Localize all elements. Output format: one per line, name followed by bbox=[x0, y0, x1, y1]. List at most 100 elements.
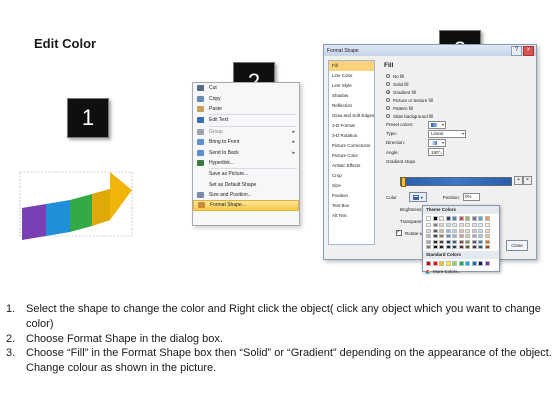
color-swatch[interactable] bbox=[465, 245, 470, 249]
category-fill[interactable]: Fill bbox=[329, 61, 374, 71]
category-picture-corrections[interactable]: Picture Corrections bbox=[329, 141, 374, 151]
add-stop-button[interactable]: + bbox=[514, 176, 523, 185]
menu-item-hyperlink[interactable]: Hyperlink... bbox=[193, 158, 299, 168]
color-swatch[interactable] bbox=[432, 234, 438, 238]
color-swatch[interactable] bbox=[445, 223, 451, 227]
color-swatch[interactable] bbox=[471, 261, 477, 266]
color-swatch[interactable] bbox=[484, 228, 490, 233]
color-swatch[interactable] bbox=[439, 239, 444, 244]
color-swatch[interactable] bbox=[445, 234, 451, 238]
color-swatch[interactable] bbox=[445, 239, 451, 244]
arrow-shape-selection[interactable] bbox=[18, 160, 138, 244]
category-size[interactable]: Size bbox=[329, 181, 374, 191]
color-swatch[interactable] bbox=[426, 239, 431, 244]
color-swatch[interactable] bbox=[484, 216, 490, 221]
color-swatch[interactable] bbox=[478, 223, 483, 227]
category-position[interactable]: Position bbox=[329, 191, 374, 201]
color-swatch[interactable] bbox=[458, 245, 464, 249]
color-swatch[interactable] bbox=[458, 228, 464, 233]
menu-item-format-shape[interactable]: Format Shape... bbox=[193, 200, 299, 211]
color-swatch[interactable] bbox=[458, 239, 464, 244]
radio-slide-background-fill[interactable]: Slide background fill bbox=[381, 112, 531, 120]
menu-item-set-default-shape[interactable]: Set as Default Shape bbox=[193, 180, 299, 190]
category-artistic-effects[interactable]: Artistic Effects bbox=[329, 161, 374, 171]
color-swatch[interactable] bbox=[426, 228, 431, 233]
menu-item-paste[interactable]: Paste bbox=[193, 104, 299, 114]
color-swatch[interactable] bbox=[439, 223, 444, 227]
radio-picture-fill[interactable]: Picture or texture fill bbox=[381, 96, 531, 104]
menu-item-bring-to-front[interactable]: Bring to Front ▸ bbox=[193, 137, 299, 147]
color-swatch[interactable] bbox=[484, 223, 490, 227]
color-swatch[interactable] bbox=[426, 216, 431, 221]
category-reflection[interactable]: Reflection bbox=[329, 101, 374, 111]
category-line-color[interactable]: Line Color bbox=[329, 71, 374, 81]
color-swatch[interactable] bbox=[452, 261, 457, 266]
menu-item-cut[interactable]: Cut bbox=[193, 83, 299, 93]
color-swatch[interactable] bbox=[452, 245, 457, 249]
menu-item-edit-text[interactable]: Edit Text bbox=[193, 115, 299, 125]
category-line-style[interactable]: Line Style bbox=[329, 81, 374, 91]
category-glow[interactable]: Glow and Soft Edges bbox=[329, 111, 374, 121]
radio-gradient-fill[interactable]: Gradient fill bbox=[381, 88, 531, 96]
color-picker-button[interactable]: ▾ bbox=[408, 192, 427, 202]
color-swatch[interactable] bbox=[439, 234, 444, 238]
color-swatch[interactable] bbox=[426, 261, 431, 266]
color-swatch[interactable] bbox=[458, 223, 464, 227]
color-swatch[interactable] bbox=[439, 261, 444, 266]
color-swatch[interactable] bbox=[439, 216, 444, 221]
color-swatch[interactable] bbox=[465, 261, 470, 266]
color-swatch[interactable] bbox=[432, 261, 438, 266]
gradient-stop-handle[interactable] bbox=[401, 177, 406, 187]
color-swatch[interactable] bbox=[445, 228, 451, 233]
color-swatch[interactable] bbox=[478, 239, 483, 244]
menu-item-copy[interactable]: Copy bbox=[193, 93, 299, 103]
color-swatch[interactable] bbox=[439, 245, 444, 249]
color-swatch[interactable] bbox=[432, 216, 438, 221]
menu-item-send-to-back[interactable]: Send to Back ▸ bbox=[193, 147, 299, 157]
checkbox-checked-icon[interactable] bbox=[396, 229, 402, 236]
color-swatch[interactable] bbox=[478, 261, 483, 266]
angle-spinner[interactable]: 180° ↕ bbox=[428, 148, 444, 157]
color-swatch[interactable] bbox=[484, 234, 490, 238]
color-swatch[interactable] bbox=[452, 239, 457, 244]
radio-pattern-fill[interactable]: Pattern fill bbox=[381, 104, 531, 112]
direction-dropdown[interactable]: ▾ bbox=[428, 138, 446, 147]
color-swatch[interactable] bbox=[426, 223, 431, 227]
color-swatch[interactable] bbox=[478, 216, 483, 221]
color-swatch[interactable] bbox=[478, 245, 483, 249]
type-dropdown[interactable]: Linear ▾ bbox=[428, 129, 466, 138]
more-colors-option[interactable]: More Colors... bbox=[423, 268, 499, 275]
color-swatch[interactable] bbox=[465, 216, 470, 221]
position-spinner[interactable]: 0% bbox=[463, 193, 481, 201]
color-swatch[interactable] bbox=[452, 223, 457, 227]
remove-stop-button[interactable]: × bbox=[523, 176, 532, 185]
color-swatch[interactable] bbox=[445, 216, 451, 221]
category-picture-color[interactable]: Picture Color bbox=[329, 151, 374, 161]
color-swatch[interactable] bbox=[426, 245, 431, 249]
color-swatch[interactable] bbox=[471, 228, 477, 233]
color-swatch[interactable] bbox=[426, 234, 431, 238]
color-swatch[interactable] bbox=[465, 223, 470, 227]
color-swatch[interactable] bbox=[471, 216, 477, 221]
color-swatch[interactable] bbox=[471, 223, 477, 227]
color-swatch[interactable] bbox=[478, 228, 483, 233]
color-swatch[interactable] bbox=[432, 228, 438, 233]
category-crop[interactable]: Crop bbox=[329, 171, 374, 181]
menu-item-size-and-position[interactable]: Size and Position... bbox=[193, 190, 299, 200]
color-swatch[interactable] bbox=[471, 234, 477, 238]
close-icon[interactable]: × bbox=[523, 46, 534, 56]
preset-colors-dropdown[interactable]: ▾ bbox=[428, 120, 446, 129]
color-swatch[interactable] bbox=[478, 234, 483, 238]
color-swatch[interactable] bbox=[471, 239, 477, 244]
color-swatch[interactable] bbox=[465, 239, 470, 244]
color-swatch[interactable] bbox=[432, 245, 438, 249]
category-3d-rotation[interactable]: 3-D Rotation bbox=[329, 131, 374, 141]
color-swatch[interactable] bbox=[452, 234, 457, 238]
menu-item-group[interactable]: Group ▸ bbox=[193, 127, 299, 137]
color-swatch[interactable] bbox=[432, 223, 438, 227]
color-swatch[interactable] bbox=[465, 234, 470, 238]
dialog-titlebar[interactable]: Format Shape ? × bbox=[324, 45, 536, 56]
color-swatch[interactable] bbox=[439, 228, 444, 233]
radio-solid-fill[interactable]: Solid fill bbox=[381, 80, 531, 88]
category-shadow[interactable]: Shadow bbox=[329, 91, 374, 101]
